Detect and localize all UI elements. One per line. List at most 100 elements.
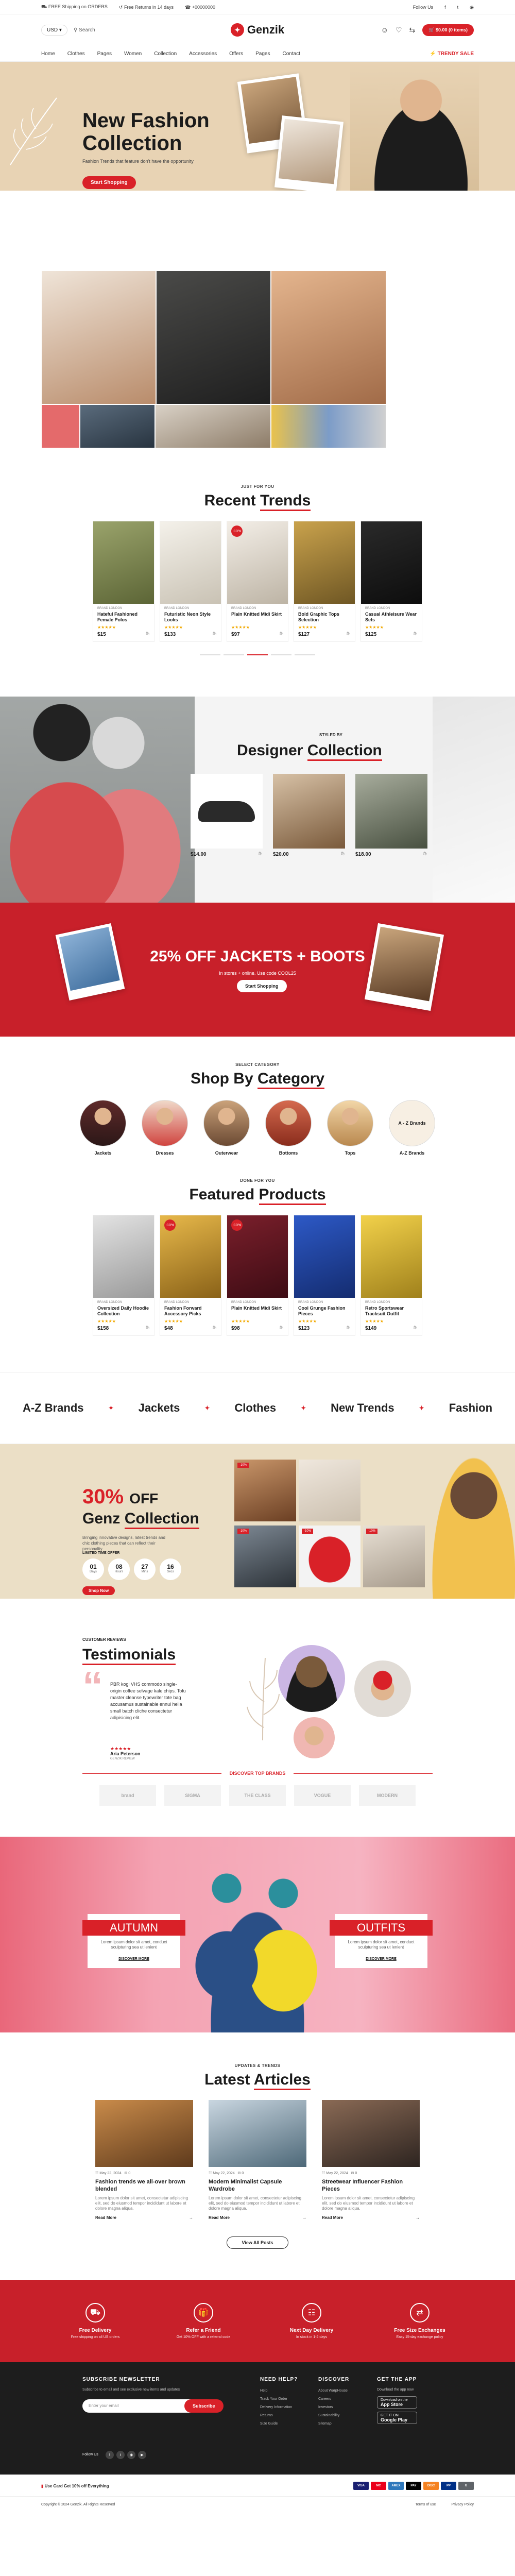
brand-logo[interactable]: brand — [99, 1785, 156, 1806]
article-title[interactable]: Streetwear Influencer Fashion Pieces — [322, 2178, 420, 2193]
genz-tile-jacket[interactable]: -10% — [234, 1526, 296, 1587]
privacy-link[interactable]: Privacy Policy — [451, 2503, 474, 2506]
article-image[interactable] — [95, 2100, 193, 2167]
marquee-item[interactable]: Jackets — [139, 1401, 180, 1415]
product-image[interactable]: -10% — [227, 521, 288, 604]
product-image[interactable] — [294, 521, 355, 604]
youtube-icon[interactable]: ▶ — [138, 2451, 146, 2459]
marquee-item[interactable]: New Trends — [331, 1401, 394, 1415]
app-store-button[interactable]: Download on the App Store — [377, 2396, 417, 2409]
category-bottoms[interactable]: Bottoms — [265, 1100, 312, 1156]
footer-link[interactable]: Investors — [318, 2405, 333, 2409]
product-image[interactable] — [361, 521, 422, 604]
nav-item-collection[interactable]: Collection — [154, 51, 177, 57]
product-name[interactable]: Casual Athleisure Wear Sets — [365, 612, 418, 623]
twitter-icon[interactable]: t — [457, 5, 459, 10]
nav-item-pages-2[interactable]: Pages — [255, 51, 270, 57]
product-name[interactable]: Retro Sportswear Tracksuit Outfit — [365, 1306, 418, 1317]
designer-item-shoe[interactable]: $14.00 🛍 — [191, 774, 263, 861]
bag-icon[interactable]: 🛍 — [145, 1326, 150, 1331]
article-card[interactable]: ☷ May 22, 2024 ✉ 0 Modern Minimalist Caps… — [209, 2100, 306, 2220]
nav-item-clothes[interactable]: Clothes — [67, 51, 85, 57]
bag-icon[interactable]: 🛍 — [212, 632, 217, 637]
genz-tile-coat[interactable]: -10% — [363, 1526, 425, 1587]
category-dresses[interactable]: Dresses — [142, 1100, 188, 1156]
compare-icon[interactable]: ⇆ — [409, 26, 416, 35]
outfits-discover-link[interactable]: DISCOVER MORE — [335, 1957, 427, 1961]
product-name[interactable]: Hateful Fashioned Female Polos — [97, 612, 150, 623]
bag-icon[interactable]: 🛍 — [346, 1326, 351, 1331]
footer-link[interactable]: Size Guide — [260, 2422, 278, 2426]
bag-icon[interactable]: 🛍 — [346, 632, 351, 637]
autumn-discover-link[interactable]: DISCOVER MORE — [88, 1957, 180, 1961]
read-more-link[interactable]: Read More — [95, 2215, 116, 2220]
product-name[interactable]: Futuristic Neon Style Looks — [164, 612, 217, 623]
nav-item-offers[interactable]: Offers — [229, 51, 243, 57]
facebook-icon[interactable]: f — [106, 2451, 114, 2459]
genz-shop-button[interactable]: Shop Now — [82, 1586, 115, 1595]
product-card[interactable]: -10% BRAND LONDON Fashion Forward Accessor… — [160, 1215, 221, 1336]
instagram-icon[interactable]: ◉ — [470, 5, 474, 10]
trends-pager[interactable] — [0, 654, 515, 655]
product-name[interactable]: Plain Knitted Midi Skirt — [231, 612, 284, 623]
product-image[interactable]: -10% — [227, 1215, 288, 1298]
bag-icon[interactable]: 🛍 — [340, 852, 345, 857]
brand-logo[interactable]: MODERN — [359, 1785, 416, 1806]
read-more-link[interactable]: Read More — [322, 2215, 343, 2220]
genz-tile-cap[interactable]: -10% — [299, 1526, 360, 1587]
product-image[interactable] — [93, 1215, 154, 1298]
product-name[interactable]: Bold Graphic Tops Selection — [298, 612, 351, 623]
nav-item-contact[interactable]: Contact — [282, 51, 300, 57]
nav-item-women[interactable]: Women — [124, 51, 142, 57]
product-card[interactable]: BRAND LONDON Hateful Fashioned Female Pol… — [93, 521, 154, 642]
bag-icon[interactable]: 🛍 — [423, 852, 427, 857]
twitter-icon[interactable]: t — [116, 2451, 125, 2459]
product-card[interactable]: BRAND LONDON Futuristic Neon Style Looks ★… — [160, 521, 221, 642]
brand-logo[interactable]: THE CLASS — [229, 1785, 286, 1806]
bag-icon[interactable]: 🛍 — [413, 632, 418, 637]
product-card[interactable]: BRAND LONDON Cool Grunge Fashion Pieces ★★… — [294, 1215, 355, 1336]
nav-item-pages[interactable]: Pages — [97, 51, 112, 57]
article-card[interactable]: ☷ May 22, 2024 ✉ 0 Streetwear Influencer … — [322, 2100, 420, 2220]
bag-icon[interactable]: 🛍 — [413, 1326, 418, 1331]
instagram-icon[interactable]: ◉ — [127, 2451, 135, 2459]
marquee-item[interactable]: Fashion — [449, 1401, 492, 1415]
brand-logo[interactable]: VOGUE — [294, 1785, 351, 1806]
nav-trendy-sale[interactable]: ⚡ TRENDY SALE — [430, 51, 474, 57]
product-name[interactable]: Plain Knitted Midi Skirt — [231, 1306, 284, 1317]
designer-item-jacket[interactable]: $18.00 🛍 — [355, 774, 427, 861]
category-jackets[interactable]: Jackets — [80, 1100, 126, 1156]
product-image[interactable]: -10% — [160, 1215, 221, 1298]
footer-link[interactable]: Careers — [318, 2397, 331, 2401]
product-name[interactable]: Cool Grunge Fashion Pieces — [298, 1306, 351, 1317]
product-image[interactable] — [361, 1215, 422, 1298]
product-card[interactable]: BRAND LONDON Casual Athleisure Wear Sets ★… — [360, 521, 422, 642]
article-image[interactable] — [322, 2100, 420, 2167]
category-a-z-brands[interactable]: A - Z Brands A-Z Brands — [389, 1100, 435, 1156]
marquee-item[interactable]: Clothes — [234, 1401, 276, 1415]
view-all-posts-button[interactable]: View All Posts — [227, 2236, 288, 2249]
product-name[interactable]: Oversized Daily Hoodie Collection — [97, 1306, 150, 1317]
product-image[interactable] — [93, 521, 154, 604]
phone-notice[interactable]: ☎ +00000000 — [185, 5, 215, 10]
currency-select[interactable]: USD ▾ — [41, 24, 67, 36]
user-icon[interactable]: ☺ — [381, 26, 388, 34]
product-card[interactable]: -10% BRAND LONDON Plain Knitted Midi Skirt… — [227, 521, 288, 642]
article-card[interactable]: ☷ May 22, 2024 ✉ 0 Fashion trends we all-… — [95, 2100, 193, 2220]
terms-link[interactable]: Terms of use — [415, 2503, 436, 2506]
bag-icon[interactable]: 🛍 — [212, 1326, 217, 1331]
promo-shop-button[interactable]: Start Shopping — [237, 980, 287, 992]
bag-icon[interactable]: 🛍 — [258, 852, 263, 857]
cart-button[interactable]: 🛒 $0.00 (0 items) — [422, 24, 474, 36]
nav-item-home[interactable]: Home — [41, 51, 55, 57]
footer-link[interactable]: Sitemap — [318, 2422, 332, 2426]
bag-icon[interactable]: 🛍 — [279, 1326, 284, 1331]
footer-link[interactable]: Help — [260, 2389, 267, 2393]
article-image[interactable] — [209, 2100, 306, 2167]
search-box[interactable]: ⚲ Search — [74, 27, 151, 33]
google-play-button[interactable]: GET IT ON Google Play — [377, 2412, 417, 2424]
product-image[interactable] — [160, 521, 221, 604]
product-card[interactable]: BRAND LONDON Bold Graphic Tops Selection ★… — [294, 521, 355, 642]
article-title[interactable]: Modern Minimalist Capsule Wardrobe — [209, 2178, 306, 2193]
hero-shop-button[interactable]: Start Shopping — [82, 176, 136, 189]
